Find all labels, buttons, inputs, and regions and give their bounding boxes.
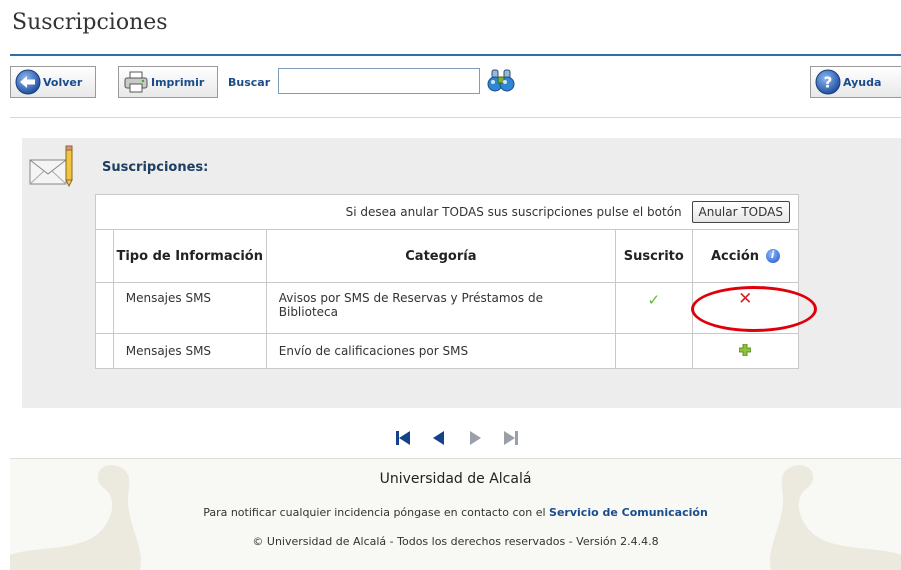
servicio-comunicacion-link[interactable]: Servicio de Comunicación [549,506,708,519]
cancel-all-button[interactable]: Anular TODAS [691,201,790,223]
footer-notice-text: Para notificar cualquier incidencia póng… [203,506,546,519]
help-button[interactable]: ? Ayuda [810,66,901,98]
first-page-icon[interactable] [394,430,412,446]
subscriptions-panel: Suscripciones: Si desea anular TODAS sus… [22,138,901,408]
back-button-label: Volver [43,75,83,89]
table-row: Mensajes SMS Envío de calificaciones por… [95,333,800,369]
cancel-all-row: Si desea anular TODAS sus suscripciones … [95,194,799,230]
header-stub [95,229,114,283]
page-title: Suscripciones [12,10,168,35]
toolbar-divider [10,117,901,118]
table-header-row: Tipo de Información Categoría Suscrito A… [95,229,800,283]
subscribe-plus-icon[interactable] [739,343,752,356]
footer-notice: Para notificar cualquier incidencia póng… [10,506,901,519]
row-accion [691,333,800,369]
back-button[interactable]: Volver [10,66,96,98]
row-tipo: Mensajes SMS [112,282,267,334]
search-input[interactable] [278,68,480,94]
header-accion-label: Acción [710,248,760,264]
back-arrow-icon [15,69,41,95]
svg-text:?: ? [824,74,833,92]
footer-title: Universidad de Alcalá [379,471,532,487]
print-button[interactable]: Imprimir [118,66,218,98]
subscriptions-table: Si desea anular TODAS sus suscripciones … [95,194,800,369]
pager [394,428,520,448]
binoculars-search-icon[interactable] [486,68,516,94]
header-suscrito: Suscrito [615,229,693,283]
help-icon: ? [815,69,841,95]
row-categoria: Avisos por SMS de Reservas y Préstamos d… [265,282,617,334]
row-accion: ✕ [691,282,800,334]
envelope-pencil-icon [29,145,73,188]
row-categoria: Envío de calificaciones por SMS [265,333,617,369]
toolbar: Volver Imprimir Buscar ? Ayuda [10,64,901,100]
info-icon[interactable]: i [765,248,780,263]
unsubscribe-x-icon[interactable]: ✕ [738,289,752,309]
cancel-all-notice: Si desea anular TODAS sus suscripciones … [345,205,682,219]
print-button-label: Imprimir [151,75,205,89]
help-button-label: Ayuda [843,75,882,89]
table-row: Mensajes SMS Avisos por SMS de Reservas … [95,282,800,334]
row-stub [95,333,114,369]
section-title: Suscripciones: [102,160,209,175]
header-accion: Acción i [691,229,800,283]
search-label: Buscar [228,76,271,89]
row-tipo: Mensajes SMS [112,333,267,369]
header-categoria: Categoría [265,229,617,283]
check-icon: ✓ [647,291,661,309]
previous-page-icon[interactable] [430,430,448,446]
row-stub [95,282,114,334]
title-divider [10,54,901,56]
printer-icon [124,71,148,93]
next-page-icon[interactable] [466,430,484,446]
footer: Universidad de Alcalá Para notificar cua… [10,458,901,570]
last-page-icon[interactable] [502,430,520,446]
header-tipo: Tipo de Información [112,229,267,283]
row-suscrito [615,333,693,369]
row-suscrito: ✓ [615,282,693,334]
footer-copyright: © Universidad de Alcalá - Todos los dere… [252,535,659,548]
